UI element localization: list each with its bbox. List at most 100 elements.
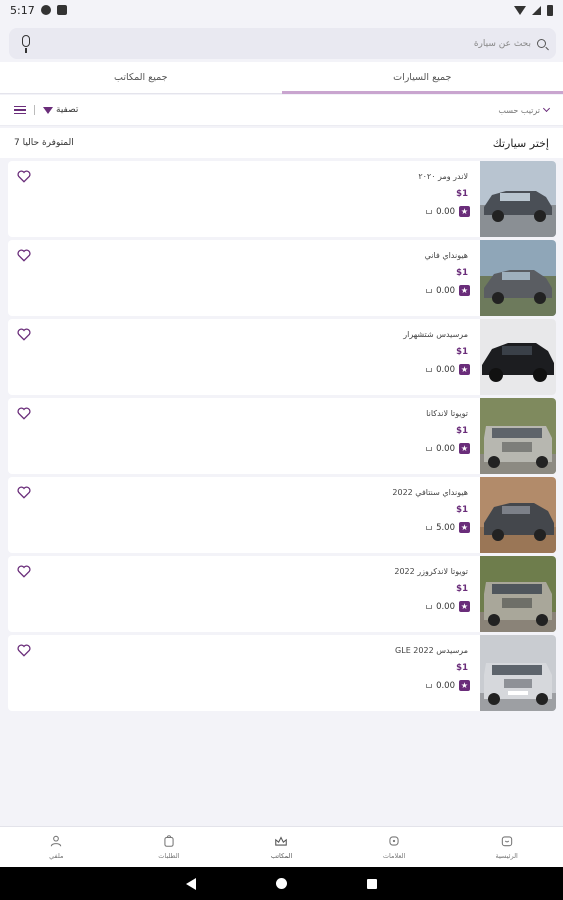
rating-value: 0.00 xyxy=(436,364,455,375)
nav-profile[interactable]: ملفي xyxy=(0,827,113,867)
microphone-icon[interactable] xyxy=(19,34,33,53)
heart-icon[interactable] xyxy=(17,486,31,499)
car-price: $1 xyxy=(456,505,468,515)
star-icon: ★ xyxy=(459,285,470,296)
search-icon xyxy=(537,39,546,48)
car-card[interactable]: لاندر ومر ٢٠٢٠ $1 0.00 ★ xyxy=(8,161,556,237)
car-list: لاندر ومر ٢٠٢٠ $1 0.00 ★ هيونداي فاني $1… xyxy=(8,161,556,714)
heart-icon[interactable] xyxy=(17,328,31,341)
list-header: 7 المتوفرة حاليا إختر سيارتك xyxy=(0,128,563,158)
wifi-icon xyxy=(514,5,526,15)
nav-label: الطلبات xyxy=(158,852,180,860)
status-bar: 5:17 xyxy=(0,0,563,20)
car-rating: 0.00 ★ xyxy=(426,443,470,454)
tab-all-cars[interactable]: جميع السيارات xyxy=(281,62,563,94)
car-price: $1 xyxy=(456,189,468,199)
heart-icon[interactable] xyxy=(17,249,31,262)
car-price: $1 xyxy=(456,268,468,278)
recent-apps-icon[interactable] xyxy=(367,878,377,889)
chevron-down-icon xyxy=(542,104,551,113)
car-rating: 5.00 ★ xyxy=(426,522,470,533)
heart-icon[interactable] xyxy=(17,170,31,183)
nav-label: العلامات xyxy=(382,852,406,860)
car-card[interactable]: مرسيدس GLE 2022 $1 0.00 ★ xyxy=(8,635,556,711)
star-icon: ★ xyxy=(459,206,470,217)
car-card[interactable]: هيونداي سنتافي 2022 $1 5.00 ★ xyxy=(8,477,556,553)
car-image xyxy=(480,240,556,316)
bottom-nav: ملفي الطلبات المكاتب العلامات الرئيسية xyxy=(0,826,563,867)
rating-value: 0.00 xyxy=(436,206,455,217)
car-image xyxy=(480,319,556,395)
car-name: لاندر ومر ٢٠٢٠ xyxy=(418,172,468,181)
car-price: $1 xyxy=(456,347,468,357)
rating-value: 0.00 xyxy=(436,443,455,454)
list-view-icon[interactable] xyxy=(14,105,26,115)
car-name: هيونداي سنتافي 2022 xyxy=(392,488,468,497)
car-name: تويوتا لاندكروزر 2022 xyxy=(394,567,468,576)
nav-brands[interactable]: العلامات xyxy=(338,827,451,867)
sim-icon xyxy=(56,5,67,15)
car-image xyxy=(480,161,556,237)
car-card[interactable]: هيونداي فاني $1 0.00 ★ xyxy=(8,240,556,316)
reviews-icon xyxy=(426,446,433,451)
car-name: مرسيدس شتشهرار xyxy=(403,330,468,339)
reviews-icon xyxy=(426,683,433,688)
orders-icon xyxy=(164,835,174,847)
car-price: $1 xyxy=(456,584,468,594)
car-card[interactable]: تويوتا لاندكروزر 2022 $1 0.00 ★ xyxy=(8,556,556,632)
car-rating: 0.00 ★ xyxy=(426,601,470,612)
nav-orders[interactable]: الطلبات xyxy=(113,827,226,867)
reviews-icon xyxy=(426,604,433,609)
rating-value: 0.00 xyxy=(436,601,455,612)
heart-icon[interactable] xyxy=(17,565,31,578)
available-count: 7 المتوفرة حاليا xyxy=(14,138,74,148)
brands-icon xyxy=(389,836,399,846)
filter-button[interactable]: تصفية xyxy=(43,105,78,115)
nav-offices[interactable]: المكاتب xyxy=(225,827,338,867)
reviews-icon xyxy=(426,288,433,293)
search-input[interactable] xyxy=(33,38,531,49)
status-time: 5:17 xyxy=(10,3,35,17)
tab-bar: جميع المكاتب جميع السيارات xyxy=(0,62,563,94)
reviews-icon xyxy=(426,209,433,214)
home-icon xyxy=(501,836,512,847)
car-name: تويوتا لاندكانا xyxy=(426,409,468,418)
nav-label: الرئيسية xyxy=(495,852,518,860)
car-rating: 0.00 ★ xyxy=(426,364,470,375)
tab-all-offices[interactable]: جميع المكاتب xyxy=(0,62,282,93)
rating-value: 0.00 xyxy=(436,285,455,296)
heart-icon[interactable] xyxy=(17,644,31,657)
sort-dropdown[interactable]: ترتيب حسب xyxy=(498,104,551,115)
car-image xyxy=(480,398,556,474)
car-name: هيونداي فاني xyxy=(424,251,468,260)
car-rating: 0.00 ★ xyxy=(426,206,470,217)
divider xyxy=(34,105,35,115)
battery-icon xyxy=(547,4,553,16)
search-bar[interactable] xyxy=(9,28,556,59)
nav-home[interactable]: الرئيسية xyxy=(450,827,563,867)
car-name: مرسيدس GLE 2022 xyxy=(395,646,468,655)
star-icon: ★ xyxy=(459,680,470,691)
system-nav-bar xyxy=(0,867,563,900)
reviews-icon xyxy=(426,525,433,530)
toolbar: تصفية ترتيب حسب xyxy=(0,95,563,126)
car-image xyxy=(480,477,556,553)
car-card[interactable]: مرسيدس شتشهرار $1 0.00 ★ xyxy=(8,319,556,395)
heart-icon[interactable] xyxy=(17,407,31,420)
reviews-icon xyxy=(426,367,433,372)
home-circle-icon[interactable] xyxy=(276,878,287,889)
notification-icon xyxy=(40,5,51,15)
car-rating: 0.00 ★ xyxy=(426,285,470,296)
car-price: $1 xyxy=(456,426,468,436)
sort-label: ترتيب حسب xyxy=(498,105,540,115)
rating-value: 0.00 xyxy=(436,680,455,691)
car-card[interactable]: تويوتا لاندكانا $1 0.00 ★ xyxy=(8,398,556,474)
page-title: إختر سيارتك xyxy=(492,136,549,150)
signal-icon xyxy=(532,5,541,15)
back-icon[interactable] xyxy=(186,877,196,890)
nav-label: ملفي xyxy=(49,852,64,860)
star-icon: ★ xyxy=(459,601,470,612)
rating-value: 5.00 xyxy=(436,522,455,533)
offices-icon xyxy=(275,836,288,846)
car-image xyxy=(480,635,556,711)
